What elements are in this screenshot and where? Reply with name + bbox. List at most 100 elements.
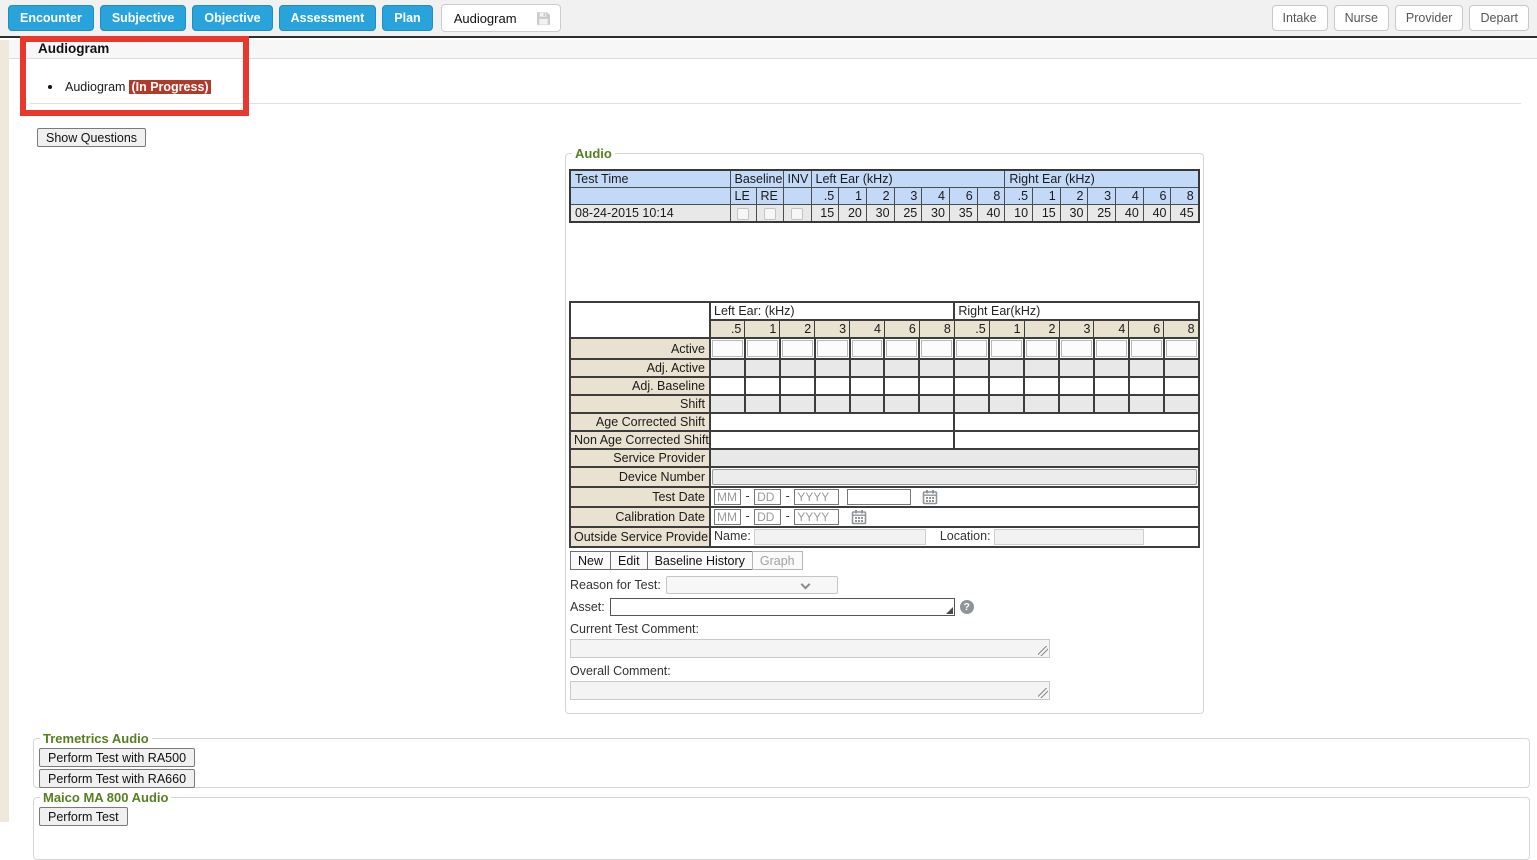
active-threshold-input[interactable] xyxy=(817,340,848,357)
active-threshold-input[interactable] xyxy=(747,340,778,357)
nav-button-objective[interactable]: Objective xyxy=(192,5,272,31)
col-left-ear: Left Ear (kHz) xyxy=(811,170,1005,188)
stage-button-provider[interactable]: Provider xyxy=(1395,5,1464,31)
row-label-age-corrected-shift: Age Corrected Shift xyxy=(570,413,710,431)
baseline-le-checkbox[interactable] xyxy=(737,208,749,220)
active-threshold-input[interactable] xyxy=(1026,340,1057,357)
save-button[interactable] xyxy=(529,5,560,31)
baseline-re-checkbox-cell xyxy=(756,205,783,223)
edit-button[interactable]: Edit xyxy=(610,551,648,570)
stage-button-depart[interactable]: Depart xyxy=(1469,5,1529,31)
freq-header-left-4: 4 xyxy=(922,188,950,205)
asset-input[interactable] xyxy=(610,598,955,616)
value-cell xyxy=(1059,395,1094,413)
active-threshold-input[interactable] xyxy=(852,340,883,357)
stage-button-intake[interactable]: Intake xyxy=(1272,5,1328,31)
active-cell xyxy=(919,338,954,359)
value-cell xyxy=(919,395,954,413)
new-button[interactable]: New xyxy=(570,551,611,570)
value-cell xyxy=(1024,377,1059,395)
outside-name-input[interactable] xyxy=(754,529,926,545)
calibration-date-day-input[interactable] xyxy=(754,509,781,525)
test-date-time-input[interactable] xyxy=(847,489,911,505)
value-cell xyxy=(1164,395,1199,413)
detail-col-right-ear: Right Ear(kHz) xyxy=(954,302,1198,320)
nav-button-plan[interactable]: Plan xyxy=(382,5,432,31)
value-cell xyxy=(884,359,919,377)
active-cell xyxy=(1164,338,1199,359)
audiogram-detail-table: Left Ear: (kHz) Right Ear(kHz) .5123468.… xyxy=(569,301,1200,548)
audio-fieldset: Audio Test Time Baseline INV Left Ear (k… xyxy=(565,146,1204,714)
test-time-cell: 08-24-2015 10:14 xyxy=(570,205,730,223)
detail-freq-header-left--5: .5 xyxy=(710,320,745,338)
audiogram-status-item[interactable]: Audiogram (In Progress) xyxy=(48,80,211,94)
value-cell xyxy=(1024,395,1059,413)
perform-test-button[interactable]: Perform Test xyxy=(39,807,128,826)
active-threshold-input[interactable] xyxy=(886,340,917,357)
freq-header-right-4: 4 xyxy=(1116,188,1144,205)
active-threshold-input[interactable] xyxy=(1131,340,1162,357)
calibration-date-year-input[interactable] xyxy=(794,509,839,525)
current-test-comment-textarea[interactable] xyxy=(570,639,1050,658)
baseline-history-button[interactable]: Baseline History xyxy=(647,551,753,570)
inv-checkbox[interactable] xyxy=(791,208,803,220)
active-threshold-input[interactable] xyxy=(1061,340,1092,357)
shift-cell xyxy=(710,413,954,431)
value-cell xyxy=(954,395,989,413)
detail-freq-header-left-6: 6 xyxy=(884,320,919,338)
detail-freq-header-left-8: 8 xyxy=(919,320,954,338)
nav-button-encounter[interactable]: Encounter xyxy=(8,5,94,31)
active-threshold-input[interactable] xyxy=(991,340,1022,357)
value-cell xyxy=(745,395,780,413)
row-label-non-age-corrected-shift: Non Age Corrected Shift xyxy=(570,431,710,449)
detail-freq-header-left-4: 4 xyxy=(850,320,885,338)
left-ear-value-cell: 25 xyxy=(894,205,922,223)
nav-button-assessment[interactable]: Assessment xyxy=(279,5,377,31)
detail-freq-header-right-1: 1 xyxy=(989,320,1024,338)
inv-checkbox-cell xyxy=(783,205,811,223)
perform-test-with-ra500-button[interactable]: Perform Test with RA500 xyxy=(39,748,195,767)
baseline-re-checkbox[interactable] xyxy=(764,208,776,220)
active-threshold-input[interactable] xyxy=(782,340,813,357)
nav-button-subjective[interactable]: Subjective xyxy=(100,5,187,31)
active-threshold-input[interactable] xyxy=(712,340,743,357)
shift-cell xyxy=(954,413,1198,431)
active-threshold-input[interactable] xyxy=(1096,340,1127,357)
shift-cell xyxy=(710,431,954,449)
active-threshold-input[interactable] xyxy=(1166,340,1197,357)
col-re: RE xyxy=(756,188,783,205)
test-date-month-input[interactable] xyxy=(714,489,741,505)
stage-button-nurse[interactable]: Nurse xyxy=(1334,5,1389,31)
test-date-day-input[interactable] xyxy=(754,489,781,505)
freq-header-left-6: 6 xyxy=(949,188,977,205)
reason-for-test-select[interactable] xyxy=(666,576,838,594)
overall-comment-textarea[interactable] xyxy=(570,681,1050,700)
calendar-icon[interactable] xyxy=(922,489,938,505)
audio-action-buttons: NewEditBaseline HistoryGraph xyxy=(570,551,1200,570)
outside-location-input[interactable] xyxy=(994,529,1144,545)
value-cell xyxy=(780,395,815,413)
detail-freq-header-right-8: 8 xyxy=(1164,320,1199,338)
outside-name-label: Name: xyxy=(714,529,751,543)
active-cell xyxy=(815,338,850,359)
calibration-date-cell: - - xyxy=(710,507,1199,527)
active-threshold-input[interactable] xyxy=(956,340,987,357)
left-ear-value-cell: 20 xyxy=(839,205,867,223)
active-threshold-input[interactable] xyxy=(921,340,952,357)
calendar-icon[interactable] xyxy=(851,509,867,525)
test-date-year-input[interactable] xyxy=(794,489,839,505)
detail-freq-header-right--5: .5 xyxy=(954,320,989,338)
freq-header-left-3: 3 xyxy=(894,188,922,205)
device-number-input[interactable] xyxy=(712,469,1197,485)
detail-freq-header-left-2: 2 xyxy=(780,320,815,338)
audiogram-results-table: Test Time Baseline INV Left Ear (kHz) Ri… xyxy=(569,169,1200,223)
show-questions-button[interactable]: Show Questions xyxy=(37,128,146,147)
col-le: LE xyxy=(730,188,756,205)
tab-audiogram[interactable]: Audiogram xyxy=(441,4,561,32)
toolbar-nav-buttons: EncounterSubjectiveObjective AssessmentPl… xyxy=(8,5,433,31)
perform-test-with-ra660-button[interactable]: Perform Test with RA660 xyxy=(39,769,195,788)
freq-header-right-6: 6 xyxy=(1143,188,1171,205)
help-icon[interactable]: ? xyxy=(960,600,974,614)
value-cell xyxy=(1129,359,1164,377)
calibration-date-month-input[interactable] xyxy=(714,509,741,525)
